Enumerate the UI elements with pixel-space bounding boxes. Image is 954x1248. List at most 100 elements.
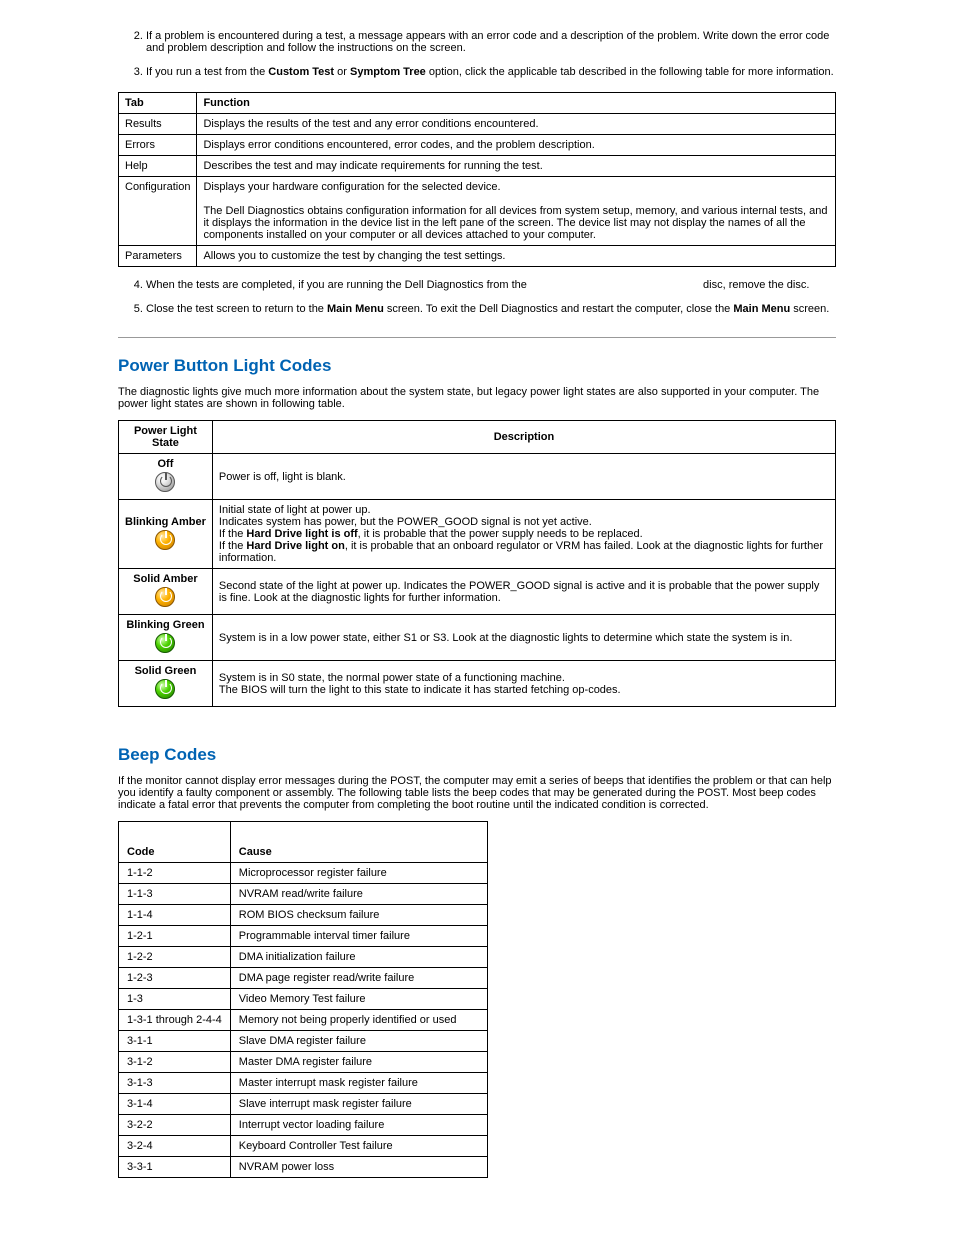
table-row: 1-3Video Memory Test failure [119,989,488,1010]
cause-cell: Video Memory Test failure [230,989,487,1010]
power-amber-icon [155,530,175,550]
text: screen. [790,303,829,315]
col-header-tab: Tab [119,93,197,114]
power-green-icon [155,679,175,699]
cause-cell: Keyboard Controller Test failure [230,1136,487,1157]
intro-beep-codes: If the monitor cannot display error mess… [118,775,836,811]
table-header-row: Code Cause [119,822,488,863]
cause-cell: Programmable interval timer failure [230,926,487,947]
table-row: 1-2-3DMA page register read/write failur… [119,968,488,989]
table-row: 1-1-4ROM BIOS checksum failure [119,905,488,926]
function-cell: Allows you to customize the test by chan… [197,246,836,267]
text: Close the test screen to return to the [146,303,327,315]
code-cell: 3-3-1 [119,1157,231,1178]
table-row: ConfigurationDisplays your hardware conf… [119,177,836,246]
table-row: 3-1-3Master interrupt mask register fail… [119,1073,488,1094]
text: Initial state of light at power up. [219,504,371,516]
state-cell: Off [119,454,213,500]
col-header-cause: Cause [230,822,487,863]
state-label: Blinking Amber [125,516,206,528]
text: or [334,66,350,78]
code-cell: 3-1-2 [119,1052,231,1073]
bold-text: Symptom Tree [350,66,426,78]
table-row: 3-3-1NVRAM power loss [119,1157,488,1178]
table-row: 1-2-2DMA initialization failure [119,947,488,968]
code-cell: 3-2-2 [119,1115,231,1136]
text: option, click the applicable tab describ… [426,66,834,78]
code-cell: 1-1-4 [119,905,231,926]
text: , it is probable that the power supply n… [358,528,643,540]
table-row: ErrorsDisplays error conditions encounte… [119,135,836,156]
instruction-list-bottom: When the tests are completed, if you are… [118,279,836,315]
table-row: Off Power is off, light is blank. [119,454,836,500]
code-cell: 3-1-4 [119,1094,231,1115]
col-header-code: Code [119,822,231,863]
code-cell: 3-2-4 [119,1136,231,1157]
table-row: 1-1-2Microprocessor register failure [119,863,488,884]
cause-cell: Microprocessor register failure [230,863,487,884]
list-item: If a problem is encountered during a tes… [146,30,836,54]
state-cell: Solid Amber [119,569,213,615]
desc-cell: Power is off, light is blank. [212,454,835,500]
intro-power-codes: The diagnostic lights give much more inf… [118,386,836,410]
state-label: Solid Green [125,665,206,677]
table-row: Solid Green System is in S0 state, the n… [119,661,836,707]
desc-cell: System is in S0 state, the normal power … [212,661,835,707]
tab-function-table: Tab Function ResultsDisplays the results… [118,92,836,267]
list-item: Close the test screen to return to the M… [146,303,836,315]
cause-cell: Slave interrupt mask register failure [230,1094,487,1115]
text: The BIOS will turn the light to this sta… [219,684,621,696]
cause-cell: Master interrupt mask register failure [230,1073,487,1094]
table-row: 1-3-1 through 2-4-4Memory not being prop… [119,1010,488,1031]
cause-cell: DMA initialization failure [230,947,487,968]
tab-cell: Parameters [119,246,197,267]
power-off-icon [155,472,175,492]
code-cell: 1-3-1 through 2-4-4 [119,1010,231,1031]
power-green-icon [155,633,175,653]
state-cell: Blinking Green [119,615,213,661]
table-header-row: Tab Function [119,93,836,114]
table-row: 3-2-4Keyboard Controller Test failure [119,1136,488,1157]
code-cell: 1-1-2 [119,863,231,884]
heading-beep-codes: Beep Codes [118,745,836,765]
code-cell: 1-2-1 [119,926,231,947]
bold-text: Hard Drive light is off [246,528,357,540]
power-amber-icon [155,587,175,607]
cause-cell: NVRAM read/write failure [230,884,487,905]
col-header-function: Function [197,93,836,114]
table-header-row: Power Light State Description [119,421,836,454]
text: disc, remove the disc. [700,279,809,291]
tab-cell: Configuration [119,177,197,246]
table-row: ResultsDisplays the results of the test … [119,114,836,135]
desc-cell: Initial state of light at power up. Indi… [212,500,835,569]
table-row: 1-2-1Programmable interval timer failure [119,926,488,947]
function-cell: Displays error conditions encountered, e… [197,135,836,156]
bold-text: Main Menu [327,303,384,315]
tab-cell: Help [119,156,197,177]
col-header-description: Description [212,421,835,454]
table-row: Solid Amber Second state of the light at… [119,569,836,615]
text: If the [219,528,247,540]
power-light-table: Power Light State Description Off Power … [118,420,836,707]
table-row: 3-1-4Slave interrupt mask register failu… [119,1094,488,1115]
state-cell: Blinking Amber [119,500,213,569]
table-row: 3-1-2Master DMA register failure [119,1052,488,1073]
code-cell: 1-3 [119,989,231,1010]
cause-cell: Memory not being properly identified or … [230,1010,487,1031]
table-row: 1-1-3NVRAM read/write failure [119,884,488,905]
function-cell: Displays the results of the test and any… [197,114,836,135]
table-row: 3-1-1Slave DMA register failure [119,1031,488,1052]
state-label: Blinking Green [125,619,206,631]
table-row: Blinking Green System is in a low power … [119,615,836,661]
table-row: 3-2-2Interrupt vector loading failure [119,1115,488,1136]
instruction-list-top: If a problem is encountered during a tes… [118,30,836,78]
table-row: Blinking Amber Initial state of light at… [119,500,836,569]
state-label: Solid Amber [125,573,206,585]
tab-cell: Errors [119,135,197,156]
code-cell: 3-1-3 [119,1073,231,1094]
divider [118,337,836,338]
code-cell: 1-2-3 [119,968,231,989]
cause-cell: ROM BIOS checksum failure [230,905,487,926]
bold-text: Hard Drive light on [246,540,344,552]
desc-cell: Second state of the light at power up. I… [212,569,835,615]
